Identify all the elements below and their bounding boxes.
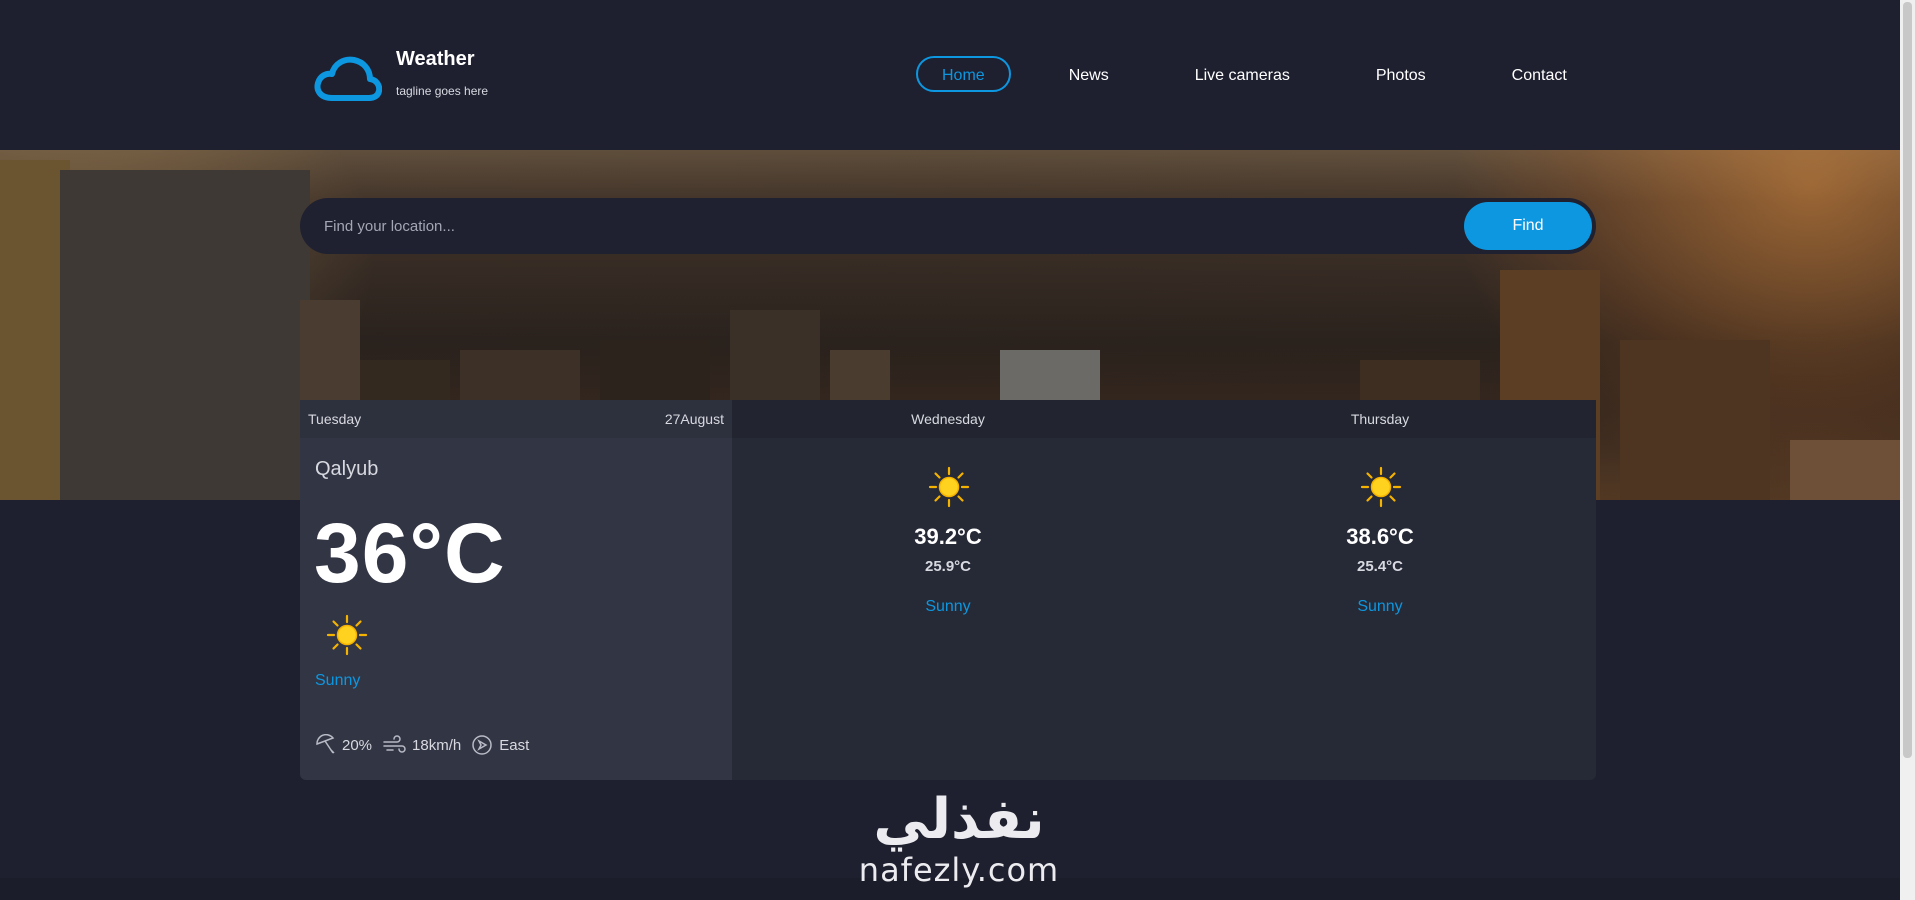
forecast-table: Tuesday 27August Qalyub 36°C Sunny 20% 1…	[300, 400, 1596, 780]
nav-contact[interactable]: Contact	[1484, 56, 1595, 92]
humidity-value: 20%	[342, 736, 373, 754]
location-name: Qalyub	[315, 458, 379, 480]
wind-icon	[383, 735, 406, 753]
low-temperature: 25.4°C	[1356, 558, 1404, 575]
location-search-bar: Find	[300, 198, 1596, 254]
today-day: Tuesday	[308, 411, 362, 427]
wind-detail: 18km/h	[382, 734, 461, 756]
find-button[interactable]: Find	[1464, 202, 1592, 250]
forecast-day-header: Wednesday	[732, 400, 1164, 438]
forecast-condition: Sunny	[925, 598, 971, 615]
forecast-condition: Sunny	[1357, 598, 1403, 615]
forecast-day-header: Thursday	[1164, 400, 1596, 438]
sun-icon	[1360, 466, 1402, 508]
today-header: Tuesday 27August	[300, 400, 732, 438]
today-date: 27August	[664, 411, 724, 427]
location-search-input[interactable]	[300, 198, 1464, 254]
nav-live-cameras[interactable]: Live cameras	[1167, 56, 1318, 92]
logo[interactable]: Weather tagline goes here	[314, 46, 488, 104]
today-forecast: Tuesday 27August Qalyub 36°C Sunny 20% 1…	[300, 400, 732, 780]
high-temperature: 39.2°C	[914, 524, 982, 549]
nav-news[interactable]: News	[1041, 56, 1137, 92]
wind-speed: 18km/h	[412, 736, 462, 754]
page-scrollbar[interactable]	[1900, 0, 1915, 900]
forecast-day-thursday: Thursday 38.6°C 25.4°C Sunny	[1164, 400, 1596, 780]
nav-home[interactable]: Home	[916, 56, 1011, 92]
compass-icon	[472, 735, 492, 755]
site-title: Weather	[396, 48, 475, 70]
low-temperature: 25.9°C	[924, 558, 972, 575]
current-temperature: 36°C	[314, 506, 506, 600]
main-nav: Home News Live cameras Photos Contact	[916, 56, 1625, 92]
umbrella-icon	[316, 734, 335, 754]
direction-detail: East	[471, 734, 529, 756]
today-condition: Sunny	[315, 672, 361, 689]
watermark-arabic: نفذلي	[873, 787, 1045, 852]
forecast-day-wednesday: Wednesday 39.2°C 25.9°C Sunny	[732, 400, 1164, 780]
scrollbar-thumb[interactable]	[1903, 2, 1912, 758]
high-temperature: 38.6°C	[1346, 524, 1414, 549]
cloud-icon	[314, 56, 382, 101]
wind-direction: East	[499, 736, 530, 754]
weather-details: 20% 18km/h East	[314, 734, 539, 756]
watermark-latin: nafezly.com	[858, 851, 1060, 889]
sun-icon	[928, 466, 970, 508]
sun-icon	[326, 614, 368, 656]
humidity-detail: 20%	[314, 734, 372, 756]
site-tagline: tagline goes here	[396, 84, 489, 98]
nav-photos[interactable]: Photos	[1348, 56, 1454, 92]
watermark-logo: نفذلي nafezly.com	[846, 787, 1072, 889]
site-header: Weather tagline goes here Home News Live…	[0, 0, 1900, 150]
